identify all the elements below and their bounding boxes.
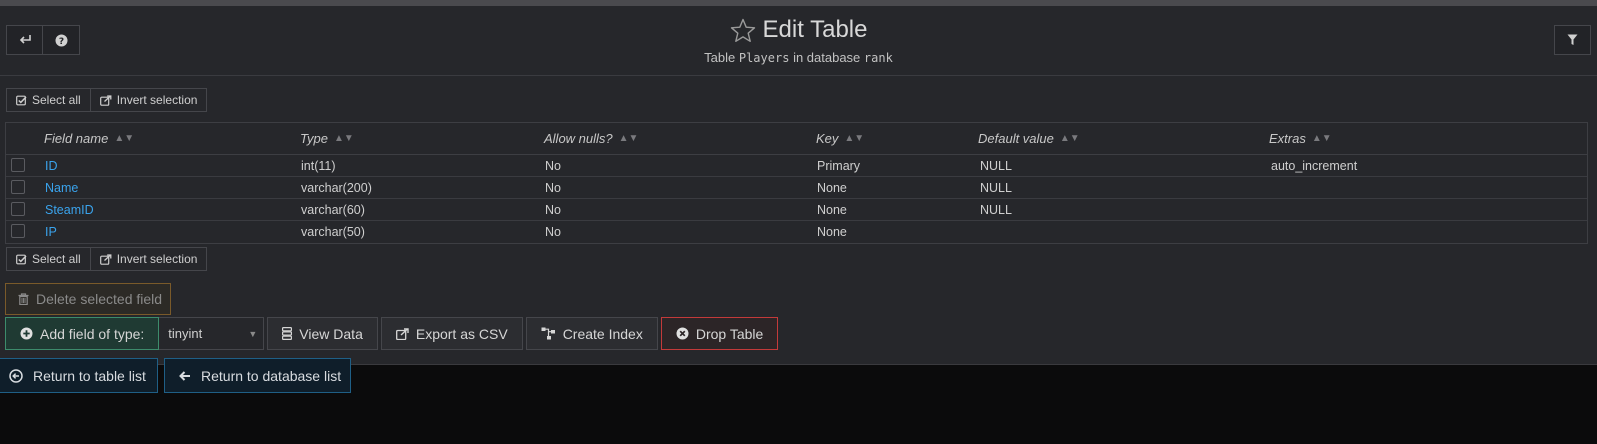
field-key: None [817, 203, 847, 217]
filter-icon [1567, 34, 1578, 46]
row-checkbox[interactable] [11, 224, 25, 238]
sort-icon: ▲▼ [1311, 133, 1332, 144]
return-to-database-list-label: Return to database list [201, 367, 342, 384]
export-csv-label: Export as CSV [415, 325, 508, 342]
column-header-allow-nulls[interactable]: Allow nulls? ▲▼ [544, 131, 638, 146]
row-checkbox[interactable] [11, 158, 25, 172]
sort-icon: ▲▼ [333, 133, 354, 144]
select-all-label: Select all [32, 93, 81, 107]
field-key: Primary [817, 159, 861, 173]
sort-icon: ▲▼ [114, 133, 135, 144]
add-field-label: Add field of type: [40, 325, 145, 342]
field-name-link[interactable]: IP [45, 225, 57, 239]
star-outline-icon[interactable] [730, 18, 756, 43]
row-checkbox[interactable] [11, 202, 25, 216]
invert-selection-button[interactable]: Invert selection [90, 88, 208, 112]
database-name: rank [863, 51, 893, 65]
field-type: varchar(60) [301, 203, 365, 217]
database-icon [282, 327, 293, 340]
table-header: Field name ▲▼ Type ▲▼ Allow nulls? ▲▼ Key ▲▼… [6, 123, 1587, 155]
drop-table-button[interactable]: Drop Table [660, 317, 779, 350]
table-name: Players [738, 51, 790, 65]
panel-header: ? Edit Table Table Players in database r… [0, 6, 1597, 76]
field-type: int(11) [301, 159, 336, 173]
column-header-type[interactable]: Type ▲▼ [300, 131, 354, 146]
page-subtitle: Table Players in database rank [0, 50, 1597, 65]
add-field-button[interactable]: Add field of type: [5, 317, 160, 350]
share-square-icon [99, 94, 112, 106]
share-square-icon [395, 327, 409, 340]
select-all-button[interactable]: Select all [6, 88, 91, 112]
return-to-database-list-button[interactable]: Return to database list [164, 358, 351, 393]
subtitle-mid: in database [793, 50, 861, 65]
field-type: varchar(200) [301, 181, 372, 195]
table-row: SteamID varchar(60) No None NULL [6, 199, 1587, 221]
chevron-down-icon: ▼ [248, 328, 258, 339]
subtitle-prefix: Table [704, 50, 736, 65]
title-row: Edit Table [0, 16, 1597, 44]
invert-selection-button[interactable]: Invert selection [90, 247, 208, 271]
sort-icon: ▲▼ [844, 133, 865, 144]
field-name-link[interactable]: SteamID [45, 203, 94, 217]
field-extras: auto_increment [1271, 159, 1358, 173]
view-data-button[interactable]: View Data [267, 317, 378, 350]
field-name-link[interactable]: ID [45, 159, 58, 173]
invert-selection-label: Invert selection [116, 93, 198, 107]
selection-bar-bottom: Select all Invert selection [6, 247, 208, 271]
delete-selected-field-label: Delete selected field [36, 291, 163, 307]
checkbox-checked-icon [16, 254, 27, 265]
field-default: NULL [980, 181, 1012, 195]
arrow-circle-left-icon [9, 368, 23, 383]
export-csv-button[interactable]: Export as CSV [380, 317, 523, 350]
page-title: Edit Table [762, 16, 868, 43]
edit-table-panel: ? Edit Table Table Players in database r… [0, 6, 1597, 365]
field-default: NULL [980, 159, 1012, 173]
select-all-label: Select all [32, 252, 81, 266]
fields-table: Field name ▲▼ Type ▲▼ Allow nulls? ▲▼ Key ▲▼… [5, 122, 1588, 244]
field-allow-nulls: No [545, 203, 561, 217]
arrow-left-icon [179, 370, 191, 382]
sitemap-icon [541, 327, 556, 340]
table-row: ID int(11) No Primary NULL auto_incremen… [6, 155, 1587, 177]
select-all-button[interactable]: Select all [6, 247, 91, 271]
plus-circle-icon [20, 327, 33, 340]
column-header-extras[interactable]: Extras ▲▼ [1269, 131, 1332, 146]
column-header-field-name[interactable]: Field name ▲▼ [44, 131, 134, 146]
field-default: NULL [980, 203, 1012, 217]
field-allow-nulls: No [545, 159, 561, 173]
drop-table-label: Drop Table [695, 325, 764, 342]
return-to-table-list-label: Return to table list [33, 367, 146, 384]
invert-selection-label: Invert selection [116, 252, 198, 266]
trash-icon [18, 293, 29, 305]
share-square-icon [99, 253, 112, 265]
times-circle-icon [676, 327, 689, 340]
field-allow-nulls: No [545, 181, 561, 195]
return-to-table-list-button[interactable]: Return to table list [0, 358, 158, 393]
checkbox-checked-icon [16, 95, 27, 106]
column-header-default-value[interactable]: Default value ▲▼ [978, 131, 1080, 146]
row-checkbox[interactable] [11, 180, 25, 194]
field-allow-nulls: No [545, 225, 561, 239]
field-key: None [817, 225, 847, 239]
create-index-label: Create Index [562, 325, 643, 342]
field-type: varchar(50) [301, 225, 365, 239]
column-header-key[interactable]: Key ▲▼ [816, 131, 864, 146]
table-row: IP varchar(50) No None [6, 221, 1587, 243]
table-row: Name varchar(200) No None NULL [6, 177, 1587, 199]
delete-selected-field-button[interactable]: Delete selected field [5, 283, 171, 315]
field-type-value: tinyint [168, 326, 203, 341]
field-key: None [817, 181, 847, 195]
actions-bar: Add field of type: tinyint ▼ View Data E… [5, 317, 781, 350]
view-data-label: View Data [299, 325, 363, 342]
sort-icon: ▲▼ [1059, 133, 1080, 144]
field-type-select[interactable]: tinyint ▼ [159, 317, 265, 350]
field-name-link[interactable]: Name [45, 181, 78, 195]
selection-bar-top: Select all Invert selection [6, 88, 208, 112]
create-index-button[interactable]: Create Index [525, 317, 658, 350]
sort-icon: ▲▼ [618, 133, 639, 144]
filter-button[interactable] [1554, 25, 1591, 55]
